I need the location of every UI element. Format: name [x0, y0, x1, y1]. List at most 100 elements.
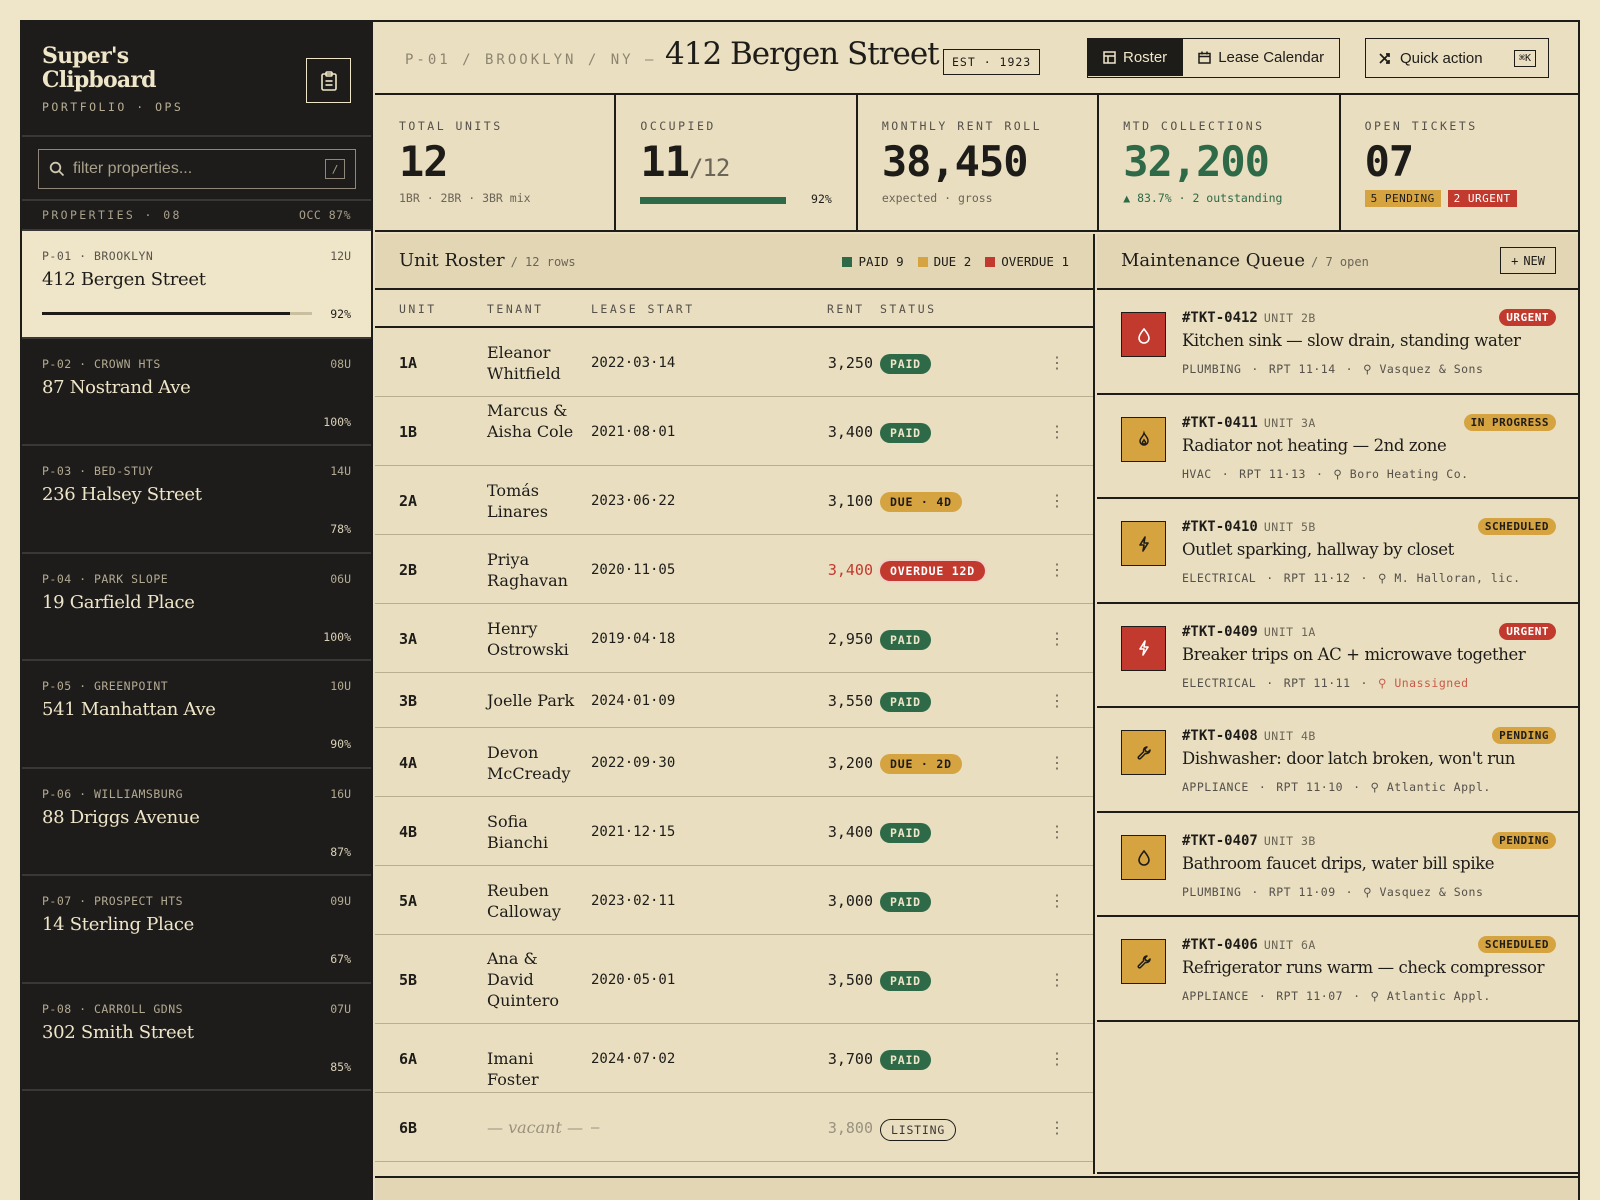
- status-legend: PAID 9 DUE 2 OVERDUE 1: [842, 254, 1069, 269]
- ticket-item[interactable]: #TKT-0411 UNIT 3A IN PROGRESS Radiator no…: [1097, 395, 1578, 499]
- status-cell: PAID: [880, 970, 931, 991]
- ticket-category: HVAC: [1182, 466, 1212, 481]
- row-menu-icon[interactable]: ⋮: [1049, 822, 1065, 842]
- unit-cell: 1A: [399, 353, 418, 372]
- unit-cell: 6A: [399, 1049, 418, 1068]
- search-area: /: [22, 137, 371, 201]
- table-row[interactable]: 1A Eleanor Whitfield 2022·03·14 3,250 PA…: [375, 328, 1093, 397]
- stat-label: TOTAL UNITS: [399, 119, 503, 133]
- table-row[interactable]: 4A Devon McCready 2022·09·30 3,200 DUE ·…: [375, 728, 1093, 797]
- property-item[interactable]: P-02 · CROWN HTS 08U 87 Nostrand Ave 100…: [22, 339, 371, 446]
- row-menu-icon[interactable]: ⋮: [1049, 422, 1065, 442]
- droplet-icon: [1137, 327, 1150, 344]
- search-shortcut: /: [325, 159, 345, 179]
- tenant-cell: Sofia Bianchi: [487, 811, 549, 852]
- ticket-assignee: ⚲ Vasquez & Sons: [1363, 362, 1483, 376]
- table-row[interactable]: 3B Joelle Park 2024·01·09 3,550 PAID ⋮: [375, 673, 1093, 728]
- row-menu-icon[interactable]: ⋮: [1049, 891, 1065, 911]
- person-icon: ⚲: [1370, 989, 1380, 1003]
- occupied-count: 11: [640, 137, 690, 186]
- bolt-icon: [1138, 640, 1149, 656]
- ticket-item[interactable]: #TKT-0410 UNIT 5B SCHEDULED Outlet sparki…: [1097, 499, 1578, 604]
- ticket-item[interactable]: #TKT-0406 UNIT 6A SCHEDULED Refrigerator …: [1097, 917, 1578, 1022]
- page-title: 412 Bergen Street: [665, 36, 940, 72]
- new-ticket-button[interactable]: + NEW: [1500, 247, 1556, 274]
- property-units: 09U: [330, 894, 351, 908]
- ticket-status-badge: SCHEDULED: [1477, 518, 1556, 535]
- row-menu-icon[interactable]: ⋮: [1049, 691, 1065, 711]
- property-occupancy: 100%: [323, 629, 351, 644]
- lease-start-cell: 2020·05·01: [591, 971, 676, 988]
- ticket-meta: HVAC · RPT 11·13 · ⚲ Boro Heating Co.: [1182, 466, 1469, 481]
- row-menu-icon[interactable]: ⋮: [1049, 629, 1065, 649]
- table-row[interactable]: 1B Marcus & Aisha Cole 2021·08·01 3,400 …: [375, 397, 1093, 466]
- property-occupancy: 78%: [330, 522, 351, 536]
- table-row[interactable]: 2B Priya Raghavan 2020·11·05 3,400 OVERD…: [375, 535, 1093, 604]
- ticket-title: Breaker trips on AC + microwave together: [1182, 644, 1526, 664]
- unit-cell: 2B: [399, 560, 418, 579]
- property-meta: P-03 · BED-STUY: [42, 464, 154, 478]
- status-cell: PAID: [880, 822, 931, 843]
- property-occupancy: 90%: [330, 737, 351, 751]
- row-menu-icon[interactable]: ⋮: [1049, 353, 1065, 373]
- tab-lease-calendar[interactable]: Lease Calendar: [1182, 39, 1339, 76]
- ticket-item[interactable]: #TKT-0412 UNIT 2B URGENT Kitchen sink — s…: [1097, 290, 1578, 395]
- ticket-reported: RPT 11·09: [1268, 884, 1336, 899]
- row-menu-icon[interactable]: ⋮: [1049, 1118, 1065, 1138]
- rent-cell: 3,000: [827, 891, 873, 910]
- tab-roster[interactable]: Roster: [1088, 39, 1183, 76]
- ticket-id: #TKT-0408 UNIT 4B: [1182, 728, 1316, 744]
- stat-collections: MTD COLLECTIONS 32,200 ▲ 83.7% · 2 outst…: [1099, 95, 1341, 230]
- ticket-category-icon: [1121, 312, 1166, 357]
- row-menu-icon[interactable]: ⋮: [1049, 753, 1065, 773]
- search-input[interactable]: [73, 160, 313, 178]
- tab-roster-label: Roster: [1123, 49, 1168, 66]
- table-row[interactable]: 6A Imani Foster 2024·07·02 3,700 PAID ⋮: [375, 1024, 1093, 1093]
- ticket-item[interactable]: #TKT-0409 UNIT 1A URGENT Breaker trips on…: [1097, 604, 1578, 708]
- table-row[interactable]: 6B — vacant — — 3,800 LISTING ⋮: [375, 1093, 1093, 1162]
- unit-cell: 3A: [399, 629, 418, 648]
- search-box[interactable]: /: [38, 149, 356, 189]
- lease-start-cell: —: [591, 1119, 600, 1136]
- ticket-item[interactable]: #TKT-0408 UNIT 4B PENDING Dishwasher: doo…: [1097, 708, 1578, 813]
- new-ticket-label: NEW: [1523, 253, 1545, 268]
- table-row[interactable]: 4B Sofia Bianchi 2021·12·15 3,400 PAID ⋮: [375, 797, 1093, 866]
- property-occupancy: 67%: [330, 952, 351, 966]
- unit-cell: 5B: [399, 970, 418, 989]
- properties-header: PROPERTIES · 08 OCC 87%: [22, 201, 371, 231]
- ticket-assignee-name: Vasquez & Sons: [1379, 884, 1484, 899]
- property-item[interactable]: P-03 · BED-STUY 14U 236 Halsey Street 78…: [22, 446, 371, 554]
- property-item[interactable]: P-01 · BROOKLYN 12U 412 Bergen Street 92…: [22, 231, 371, 339]
- bolt-icon: [1138, 535, 1149, 552]
- row-menu-icon[interactable]: ⋮: [1049, 970, 1065, 990]
- table-row[interactable]: 3A Henry Ostrowski 2019·04·18 2,950 PAID…: [375, 604, 1093, 673]
- rent-cell: 3,400: [827, 822, 873, 841]
- row-menu-icon[interactable]: ⋮: [1049, 1049, 1065, 1069]
- row-menu-icon[interactable]: ⋮: [1049, 560, 1065, 580]
- property-item[interactable]: P-07 · PROSPECT HTS 09U 14 Sterling Plac…: [22, 876, 371, 984]
- property-meta: P-02 · CROWN HTS: [42, 356, 161, 371]
- property-item[interactable]: P-06 · WILLIAMSBURG 16U 88 Driggs Avenue…: [22, 769, 371, 876]
- legend-due: DUE 2: [917, 254, 971, 269]
- ticket-title: Kitchen sink — slow drain, standing wate…: [1182, 331, 1521, 350]
- ticket-status-badge: URGENT: [1499, 622, 1556, 640]
- row-menu-icon[interactable]: ⋮: [1049, 491, 1065, 511]
- table-row[interactable]: 5B Ana & David Quintero 2020·05·01 3,500…: [375, 935, 1093, 1024]
- ticket-category: PLUMBING: [1182, 362, 1242, 376]
- stat-sub: 1BR · 2BR · 3BR mix: [399, 191, 531, 205]
- property-item[interactable]: P-04 · PARK SLOPE 06U 19 Garfield Place …: [22, 554, 371, 661]
- tenant-cell: Tomás Linares: [487, 480, 548, 521]
- property-units: 14U: [330, 464, 351, 478]
- table-row[interactable]: 2A Tomás Linares 2023·06·22 3,100 DUE · …: [375, 466, 1093, 535]
- property-item[interactable]: P-05 · GREENPOINT 10U 541 Manhattan Ave …: [22, 661, 371, 769]
- quick-action-button[interactable]: Quick action ⌘K: [1365, 38, 1549, 78]
- ticket-id-text: #TKT-0410: [1182, 519, 1258, 535]
- lease-start-cell: 2021·08·01: [591, 423, 676, 440]
- table-row[interactable]: 5A Reuben Calloway 2023·02·11 3,000 PAID…: [375, 866, 1093, 935]
- ticket-title: Radiator not heating — 2nd zone: [1182, 435, 1447, 455]
- status-cell: LISTING: [880, 1118, 957, 1141]
- property-name: 14 Sterling Place: [42, 914, 195, 935]
- property-item[interactable]: P-08 · CARROLL GDNS 07U 302 Smith Street…: [22, 984, 371, 1091]
- clipboard-button[interactable]: [306, 58, 351, 103]
- ticket-item[interactable]: #TKT-0407 UNIT 3B PENDING Bathroom faucet…: [1097, 813, 1578, 917]
